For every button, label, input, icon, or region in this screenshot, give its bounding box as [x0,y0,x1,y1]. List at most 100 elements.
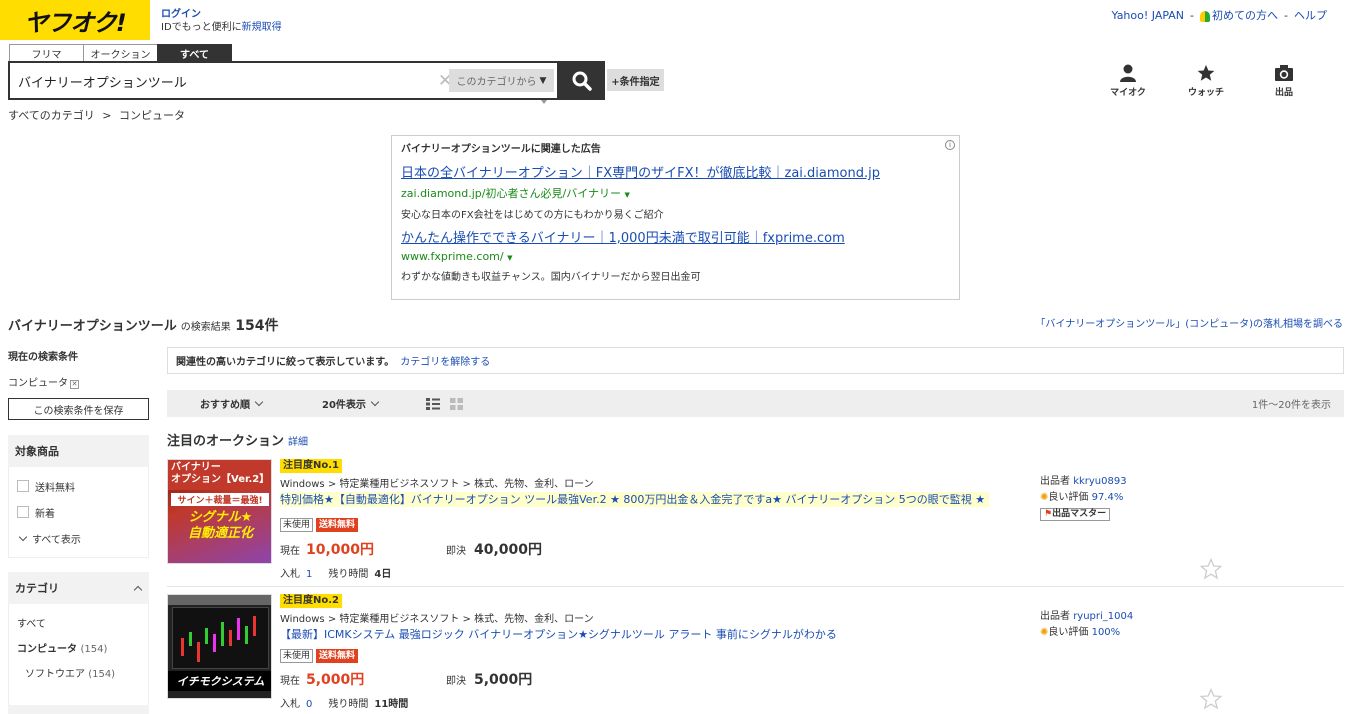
register-link[interactable]: 新規取得 [242,22,282,33]
market-price-link[interactable]: 「バイナリーオプションツール」(コンピュータ)の落札相場を調べる [1035,315,1343,330]
login-link[interactable]: ログイン [161,9,201,20]
filter-new[interactable]: 新着 [17,499,140,525]
search-input[interactable] [18,71,433,91]
bids-count[interactable]: 0 [306,699,312,710]
category-filter-title[interactable]: カテゴリ [8,572,149,604]
current-price: 10,000円 [306,542,375,558]
remove-condition-icon[interactable]: ✕ [70,380,79,389]
chevron-up-icon [133,585,143,594]
featured-detail-link[interactable]: 詳細 [288,437,308,448]
rating-value[interactable]: 97.4% [1092,492,1124,503]
tab-flea[interactable]: フリマ [9,44,84,61]
current-category-label: コンピュータ [8,378,68,389]
current-conditions-label: 現在の検索条件 [8,352,78,363]
yahoo-japan-link[interactable]: Yahoo! JAPAN [1111,9,1184,22]
thumb-window-bar [168,595,271,605]
login-area: ログイン IDでもっと便利に新規取得 [161,8,282,34]
category-item-label: ソフトウエア [25,669,85,680]
search-icon [572,71,592,91]
target-title-text: 対象商品 [15,445,59,458]
grid-view-icon[interactable] [449,397,463,410]
checkbox[interactable] [17,506,29,518]
save-condition-button[interactable]: この検索条件を保存 [8,398,149,420]
watch-star-icon[interactable] [1200,558,1222,580]
thumb-text-top: バイナリー オプション【Ver.2】 [168,460,271,490]
yahuoku-logo[interactable]: ヤフオク! [0,0,150,40]
seller-label: 出品者 [1040,476,1070,487]
item-category-path: Windows > 特定業種用ビジネスソフト > 株式、先物、金利、ローン [280,614,594,625]
thumb-line: イチモクシステム [168,671,271,691]
ad-url-text: www.fxprime.com/ [401,250,504,263]
list-view-icon[interactable] [425,397,440,410]
caret-down-icon [541,100,547,104]
ad-box: バイナリーオプションツールに関連した広告 i 日本の全バイナリーオプション｜FX… [391,135,960,300]
camera-icon [1275,65,1293,81]
search-type-tabs: フリマ オークション すべて [9,44,232,61]
per-page-dropdown[interactable]: 20件表示 [322,396,380,411]
master-label: 出品マスター [1052,509,1107,519]
search-button[interactable] [559,61,605,100]
item-prices: 現在 10,000円 即決 40,000円 [280,539,542,559]
category-item[interactable]: すべて [17,612,140,637]
bids-count[interactable]: 1 [306,569,312,580]
item-title-link[interactable]: 【最新】ICMKシステム 最強ロジック バイナリーオプション★シグナルツール ア… [280,627,837,642]
caret-down-icon: ▼ [539,75,547,86]
watch-button[interactable]: ウォッチ [1167,64,1245,98]
seller-link[interactable]: ryupri_1004 [1073,611,1133,622]
ad-url-text: zai.diamond.jp/初心者さん必見/バイナリー [401,187,621,200]
per-page-label: 20件表示 [322,400,366,411]
ad-headline[interactable]: 日本の全バイナリーオプション｜FX専門のザイFX！が徹底比較｜zai.diamo… [401,165,950,182]
filter-free-shipping[interactable]: 送料無料 [17,473,140,499]
ad-url[interactable]: www.fxprime.com/ ▼ [401,250,950,263]
category-select[interactable]: このカテゴリから ▼ [449,69,554,92]
separator: - [1190,8,1195,22]
sort-dropdown[interactable]: おすすめ順 [200,396,264,411]
show-all-link[interactable]: すべて表示 [17,525,140,551]
search-box: ✕ このカテゴリから ▼ [8,61,559,100]
item-thumbnail[interactable]: バイナリー オプション【Ver.2】 サイン＋裁量＝最強! シグナル★ 自動適正… [167,459,272,564]
breadcrumb-computer[interactable]: コンピュータ [119,109,185,122]
myauction-label: マイオク [1110,88,1146,98]
tab-all[interactable]: すべて [157,44,232,61]
beginner-link[interactable]: 初めての方へ [1200,7,1278,23]
seller-link[interactable]: kkryu0893 [1073,476,1126,487]
item-thumbnail[interactable]: イチモクシステム [167,594,272,699]
thumb-text-main: シグナル★ 自動適正化 [168,510,271,542]
beginner-mark-icon [1200,10,1211,22]
category-item[interactable]: コンピュータ (154) [17,637,140,662]
rating-value[interactable]: 100% [1092,627,1121,638]
category-item[interactable]: ソフトウエア (154) [17,662,140,687]
view-toggle [425,397,463,410]
category-item-label: コンピュータ [17,644,77,655]
condition-button[interactable]: +条件指定 [607,69,664,91]
checkbox[interactable] [17,480,29,492]
ad-url[interactable]: zai.diamond.jp/初心者さん必見/バイナリー ▼ [401,185,950,201]
target-filter-body: 送料無料 新着 すべて表示 [8,467,149,558]
sidebar-next-box [8,705,149,714]
nav-icons: マイオク ウォッチ 出品 [1089,64,1323,98]
result-range: 1件〜20件を表示 [1251,400,1331,411]
beginner-label: 初めての方へ [1212,9,1279,22]
sell-button[interactable]: 出品 [1245,64,1323,98]
breadcrumb-separator: > [102,109,112,122]
clear-category-link[interactable]: カテゴリを解除する [400,353,490,368]
remaining-time: 11時間 [374,699,409,710]
ad-item: かんたん操作でできるバイナリー｜1,000円未満で取引可能｜fxprime.co… [401,230,950,283]
help-link[interactable]: ヘルプ [1294,7,1327,23]
breadcrumb-all[interactable]: すべてのカテゴリ [8,109,95,122]
ad-headline[interactable]: かんたん操作でできるバイナリー｜1,000円未満で取引可能｜fxprime.co… [401,230,950,247]
current-price: 5,000円 [306,672,365,688]
ad-description: 安心な日本のFX会社をはじめての方にもわかり易くご紹介 [401,210,664,221]
info-icon[interactable]: i [945,140,955,150]
item-title-link[interactable]: 特別価格★【自動最適化】バイナリーオプション ツール最強Ver.2 ★ 800万… [280,492,990,507]
target-filter-box: 対象商品 送料無料 新着 すべて表示 [8,435,149,558]
buy-now-label: 即決 [446,676,466,687]
sort-bar: おすすめ順 20件表示 1件〜20件を表示 [167,390,1344,417]
myauction-button[interactable]: マイオク [1089,64,1167,98]
tab-auction[interactable]: オークション [83,44,158,61]
category-select-label: このカテゴリから [456,77,537,88]
watch-star-icon[interactable] [1200,688,1222,710]
category-item-count: (154) [80,644,108,655]
rating-label: 良い評価 [1048,627,1089,638]
category-notice: 関連性の高いカテゴリに絞って表示しています。 カテゴリを解除する [167,347,1344,374]
